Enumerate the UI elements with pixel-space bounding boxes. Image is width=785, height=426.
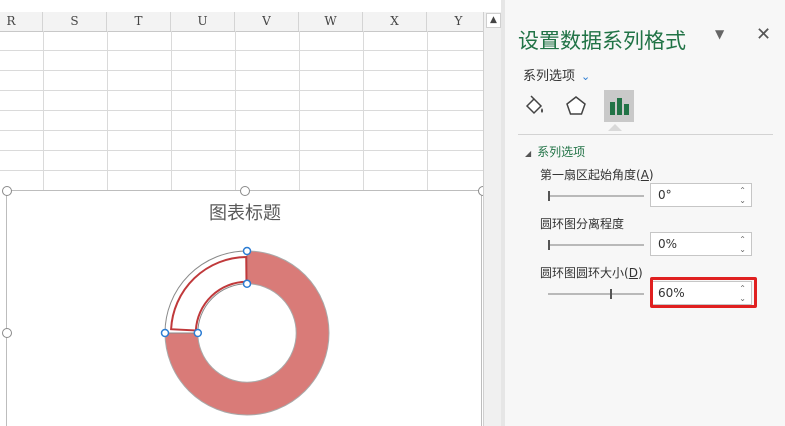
hole-size-label-text: 圆环图圆环大小 (540, 266, 625, 280)
doughnut-chart[interactable] (157, 243, 337, 423)
series-options-selector[interactable]: 系列选项 ⌄ (523, 65, 590, 84)
grid-line (0, 90, 483, 91)
tab-fill-line[interactable] (519, 90, 549, 122)
selection-handle[interactable] (242, 279, 252, 289)
hole-size-label: 圆环图圆环大小(D) (540, 266, 643, 280)
grid-line (427, 31, 428, 191)
paint-bucket-icon (525, 95, 543, 115)
first-slice-angle-hotkey: A (640, 168, 649, 182)
first-slice-angle-spinner[interactable]: 0° ⌃ ⌄ (650, 183, 752, 207)
column-header-s[interactable]: S (43, 12, 107, 31)
hole-size-highlight (650, 277, 757, 308)
series-options-selector-label: 系列选项 (523, 69, 576, 84)
pane-title: 设置数据系列格式 (518, 29, 686, 53)
tab-effects[interactable] (561, 90, 591, 122)
selection-handle[interactable] (193, 328, 203, 338)
column-headers: R S T U V W X Y (0, 12, 483, 32)
slider-thumb[interactable] (548, 191, 550, 201)
first-slice-angle-value[interactable]: 0° (658, 188, 672, 202)
top-strip (0, 0, 483, 12)
column-header-y[interactable]: Y (427, 12, 483, 31)
selection-handle[interactable] (242, 246, 252, 256)
grid-line (43, 31, 44, 191)
column-header-r[interactable]: R (0, 12, 43, 31)
grid-line (0, 170, 483, 171)
grid-line (0, 70, 483, 71)
section-series-options[interactable]: ◢ 系列选项 (525, 143, 585, 160)
column-header-u[interactable]: U (171, 12, 235, 31)
format-series-pane: 设置数据系列格式 ▼ ✕ 系列选项 ⌄ ◢ 系列选项 第一扇区起始角度(A) 0… (505, 0, 785, 426)
pane-tabs (519, 90, 639, 124)
section-title: 系列选项 (537, 145, 586, 159)
column-header-w[interactable]: W (299, 12, 363, 31)
chart-resize-handle[interactable] (240, 186, 250, 196)
doughnut-slice-selected[interactable] (164, 250, 248, 334)
explosion-label: 圆环图分离程度 (540, 217, 625, 231)
chart-resize-handle[interactable] (2, 328, 12, 338)
grid-line (107, 31, 108, 191)
bar-chart-icon (610, 98, 629, 115)
chevron-down-icon: ⌄ (581, 70, 591, 83)
chart-resize-handle[interactable] (2, 186, 12, 196)
chart-title[interactable]: 图表标题 (7, 199, 483, 225)
tab-series-options[interactable] (604, 90, 634, 122)
first-slice-angle-slider[interactable] (548, 191, 644, 201)
collapse-triangle-icon: ◢ (525, 149, 532, 158)
grid-line (171, 31, 172, 191)
grid-line (235, 31, 236, 191)
spin-up-icon[interactable]: ⌃ (739, 186, 746, 195)
chevron-down-icon[interactable]: ▼ (715, 27, 724, 41)
pentagon-icon (566, 96, 586, 115)
vertical-scrollbar[interactable]: ▲ (483, 12, 502, 426)
spin-down-icon[interactable]: ⌄ (739, 245, 746, 254)
grid-line (299, 31, 300, 191)
first-slice-angle-label: 第一扇区起始角度(A) (540, 168, 654, 182)
close-icon[interactable]: ✕ (756, 24, 771, 45)
doughnut-ring[interactable] (160, 246, 330, 416)
explosion-spinner[interactable]: 0% ⌃ ⌄ (650, 232, 752, 256)
spin-up-icon[interactable]: ⌃ (739, 235, 746, 244)
column-header-v[interactable]: V (235, 12, 299, 31)
explosion-value[interactable]: 0% (658, 237, 677, 251)
chart-object[interactable]: 图表标题 (6, 190, 482, 426)
first-slice-angle-label-text: 第一扇区起始角度 (540, 168, 637, 182)
slider-thumb[interactable] (610, 289, 612, 299)
grid-line (0, 50, 483, 51)
grid-line (363, 31, 364, 191)
explosion-slider[interactable] (548, 240, 644, 250)
tab-pointer (608, 124, 622, 131)
grid-line (0, 130, 483, 131)
column-header-x[interactable]: X (363, 12, 427, 31)
column-header-t[interactable]: T (107, 12, 171, 31)
divider (518, 134, 773, 135)
selection-handle[interactable] (160, 328, 170, 338)
spin-down-icon[interactable]: ⌄ (739, 196, 746, 205)
hole-size-slider[interactable] (548, 289, 644, 299)
slider-thumb[interactable] (548, 240, 550, 250)
grid-line (0, 110, 483, 111)
hole-size-hotkey: D (628, 266, 638, 280)
spreadsheet-area[interactable]: R S T U V W X Y 图表标题 (0, 0, 483, 426)
scroll-up-icon[interactable]: ▲ (486, 13, 501, 28)
grid-line (0, 150, 483, 151)
